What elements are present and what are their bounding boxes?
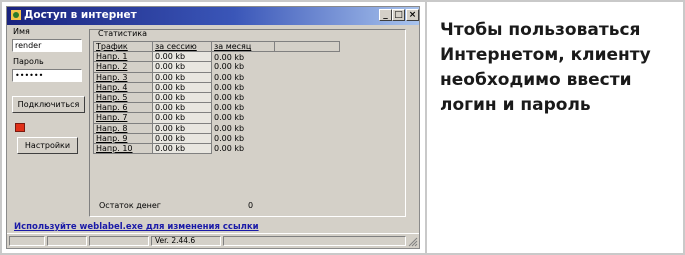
name-label: Имя xyxy=(13,27,30,36)
statistics-table: Трафик за сессию за месяц Напр. 1 0.00 kb… xyxy=(93,40,340,155)
resize-grip-icon[interactable] xyxy=(408,237,418,247)
month-traffic-cell: 0.00 kb xyxy=(214,133,245,143)
caption-line: логин и пароль xyxy=(440,95,591,115)
balance-label: Остаток денег xyxy=(99,201,161,210)
status-pane-1 xyxy=(9,236,45,246)
session-traffic-cell: 0.00 kb xyxy=(152,132,212,144)
minimize-button[interactable]: _ xyxy=(379,9,392,21)
session-traffic-cell: 0.00 kb xyxy=(152,102,212,114)
connect-button[interactable]: Подключиться xyxy=(12,96,85,113)
caption-line: Интернетом, клиенту xyxy=(440,45,651,65)
table-row: Напр. 2 0.00 kb 0.00 kb xyxy=(93,61,340,73)
traffic-direction-cell[interactable]: Напр. 7 xyxy=(93,112,153,124)
figure-caption: Чтобы пользоваться Интернетом, клиенту н… xyxy=(440,18,678,118)
app-icon xyxy=(11,10,21,20)
traffic-direction-cell[interactable]: Напр. 5 xyxy=(93,91,153,104)
statistics-group: Статистика Трафик за сессию за месяц Нап… xyxy=(89,29,406,217)
table-header: Трафик за сессию за месяц xyxy=(93,40,340,53)
maximize-button[interactable]: □ xyxy=(392,9,405,21)
status-version: Ver. 2.44.6 xyxy=(151,236,221,246)
traffic-direction-cell[interactable]: Напр. 3 xyxy=(93,71,153,83)
traffic-direction-cell[interactable]: Напр. 9 xyxy=(93,132,153,144)
status-pane-5 xyxy=(223,236,406,246)
weblabel-link[interactable]: Используйте weblabel.exe для изменения с… xyxy=(14,222,259,232)
table-row: Напр. 10 0.00 kb 0.00 kb xyxy=(93,142,340,155)
caption-line: необходимо ввести xyxy=(440,70,632,90)
caption-line: Чтобы пользоваться xyxy=(440,20,641,40)
status-pane-2 xyxy=(47,236,87,246)
col-header-blank xyxy=(274,40,340,53)
title-bar[interactable]: Доступ в интернет _ □ × xyxy=(7,7,419,25)
table-row: Напр. 4 0.00 kb 0.00 kb xyxy=(93,81,340,93)
name-field[interactable]: render xyxy=(12,39,82,52)
col-header-traffic[interactable]: Трафик xyxy=(93,40,153,53)
app-window: Доступ в интернет _ □ × Имя render Парол… xyxy=(6,6,420,249)
status-pane-3 xyxy=(89,236,149,246)
traffic-direction-cell[interactable]: Напр. 1 xyxy=(93,51,153,63)
password-field[interactable]: •••••• xyxy=(12,69,82,82)
settings-button[interactable]: Настройки xyxy=(17,137,78,154)
table-row: Напр. 7 0.00 kb 0.00 kb xyxy=(93,112,340,124)
month-traffic-cell: 0.00 kb xyxy=(214,123,245,133)
column-divider xyxy=(425,0,427,255)
table-row: Напр. 8 0.00 kb 0.00 kb xyxy=(93,122,340,134)
table-row: Напр. 1 0.00 kb 0.00 kb xyxy=(93,51,340,63)
status-bar: Ver. 2.44.6 xyxy=(7,233,419,248)
table-row: Напр. 3 0.00 kb 0.00 kb xyxy=(93,71,340,83)
traffic-direction-cell[interactable]: Напр. 2 xyxy=(93,61,153,73)
month-traffic-cell: 0.00 kb xyxy=(214,82,245,92)
month-traffic-cell: 0.00 kb xyxy=(214,103,245,113)
session-traffic-cell: 0.00 kb xyxy=(152,61,212,73)
traffic-direction-cell[interactable]: Напр. 10 xyxy=(93,142,153,155)
close-button[interactable]: × xyxy=(406,9,419,21)
session-traffic-cell: 0.00 kb xyxy=(152,122,212,134)
balance-value: 0 xyxy=(248,201,254,210)
window-title: Доступ в интернет xyxy=(24,9,137,21)
traffic-direction-cell[interactable]: Напр. 6 xyxy=(93,102,153,114)
session-traffic-cell: 0.00 kb xyxy=(152,112,212,124)
month-traffic-cell: 0.00 kb xyxy=(214,143,245,153)
col-header-month[interactable]: за месяц xyxy=(211,40,275,53)
session-traffic-cell: 0.00 kb xyxy=(152,51,212,63)
connection-indicator xyxy=(15,123,25,132)
table-row: Напр. 9 0.00 kb 0.00 kb xyxy=(93,132,340,144)
traffic-direction-cell[interactable]: Напр. 8 xyxy=(93,122,153,134)
col-header-session[interactable]: за сессию xyxy=(152,40,212,53)
password-label: Пароль xyxy=(13,57,44,66)
statistics-caption: Статистика xyxy=(98,29,147,38)
table-row: Напр. 5 0.00 kb 0.00 kb xyxy=(93,91,340,104)
traffic-direction-cell[interactable]: Напр. 4 xyxy=(93,81,153,93)
month-traffic-cell: 0.00 kb xyxy=(214,72,245,82)
month-traffic-cell: 0.00 kb xyxy=(214,52,245,62)
session-traffic-cell: 0.00 kb xyxy=(152,81,212,93)
month-traffic-cell: 0.00 kb xyxy=(214,62,245,72)
table-row: Напр. 6 0.00 kb 0.00 kb xyxy=(93,102,340,114)
month-traffic-cell: 0.00 kb xyxy=(214,113,245,123)
session-traffic-cell: 0.00 kb xyxy=(152,71,212,83)
month-traffic-cell: 0.00 kb xyxy=(214,93,245,103)
session-traffic-cell: 0.00 kb xyxy=(152,142,212,155)
session-traffic-cell: 0.00 kb xyxy=(152,91,212,104)
